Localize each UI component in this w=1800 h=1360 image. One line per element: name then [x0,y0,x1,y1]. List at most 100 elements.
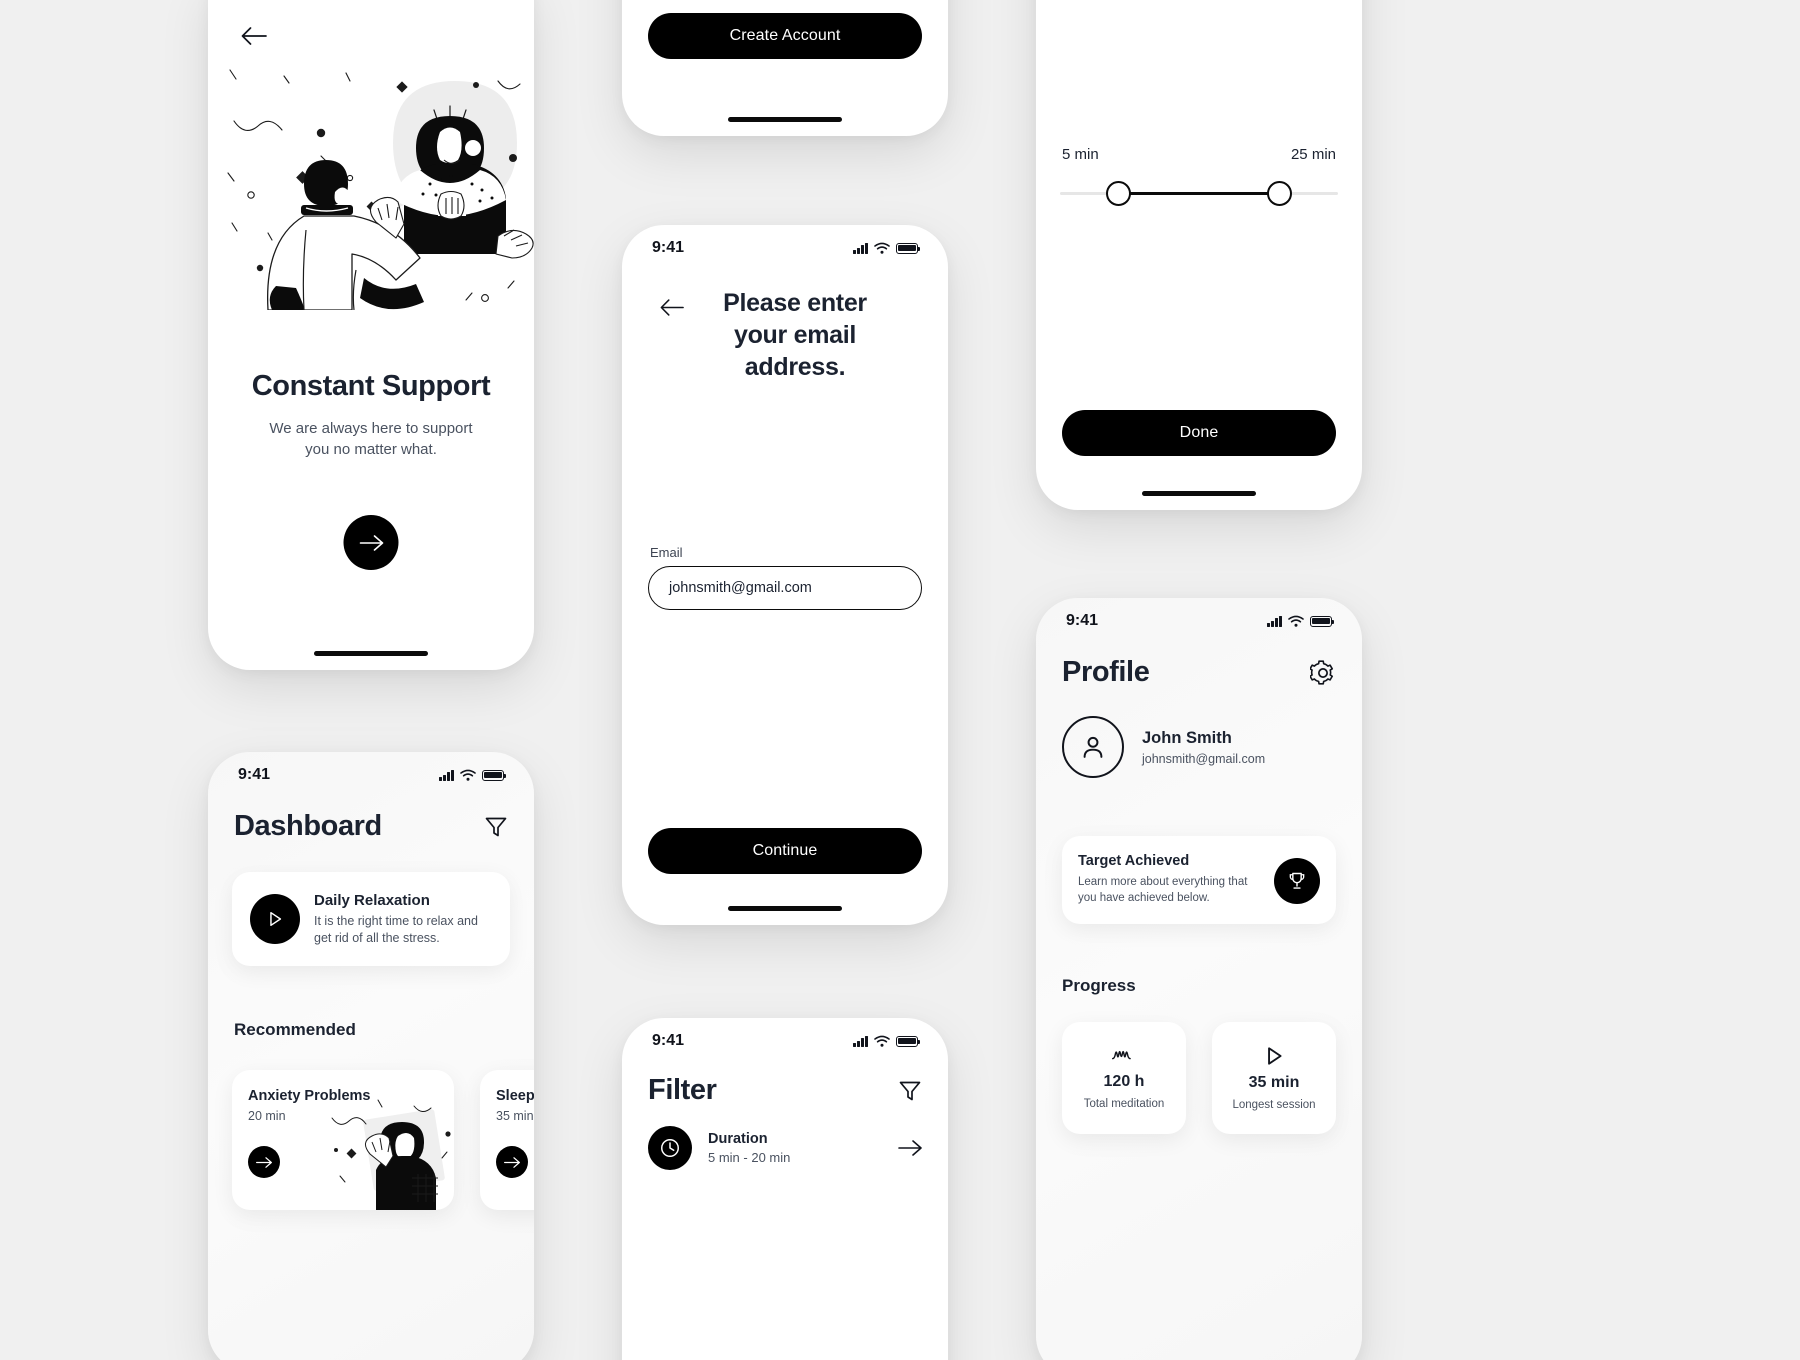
stat-value: 120 h [1103,1073,1145,1090]
battery-icon [896,1035,921,1047]
anxiety-go-button[interactable] [248,1146,280,1178]
recommended-card-anxiety[interactable]: Anxiety Problems 20 min [232,1070,454,1210]
stat-label: Total meditation [1083,1098,1165,1110]
target-description: Learn more about everything that you hav… [1078,876,1248,904]
email-input[interactable]: johnsmith@gmail.com [648,566,922,610]
home-indicator [1142,491,1256,496]
screens-canvas: Constant Support We are always here to s… [0,0,1800,1360]
filter-row-duration[interactable]: Duration 5 min - 20 min [648,1126,922,1170]
duration-slider-screen: 5 min 25 min Done [1036,0,1362,510]
continue-button[interactable]: Continue [648,828,922,874]
person-icon [1083,736,1103,758]
arrow-left-icon [660,298,684,316]
slider-track[interactable] [1060,181,1338,206]
onboarding-next-button[interactable] [343,515,399,570]
waveform-icon [1111,1050,1131,1060]
gear-icon[interactable] [1310,659,1336,686]
wifi-icon [874,242,890,254]
card-title: Daily Relaxation [314,892,430,909]
user-name: John Smith [1142,728,1232,747]
funnel-icon[interactable] [484,815,508,839]
back-button[interactable] [656,291,688,323]
email-title: Please enter your email address. [723,289,867,381]
page-title: Filter [648,1074,717,1106]
duration-text: Duration 5 min - 20 min [708,1131,882,1165]
status-icons [853,242,921,254]
wifi-icon [874,1035,890,1047]
wifi-icon [1288,615,1304,627]
play-button[interactable] [250,894,300,944]
profile-user-row[interactable]: John Smith johnsmith@gmail.com [1062,716,1336,778]
profile-header: Profile [1062,656,1336,689]
slider-knob-min[interactable] [1106,181,1131,206]
status-time: 9:41 [652,239,685,256]
signal-icon [853,1035,868,1047]
recommended-card-sleep[interactable]: Sleep 35 min [480,1070,534,1210]
status-icons [439,769,507,781]
trophy-icon [1289,872,1305,889]
arrow-right-icon [504,1156,520,1168]
card-duration: 35 min [496,1109,534,1123]
filter-screen: 9:41 Filter Duration 5 min - 20 min [622,1018,948,1360]
email-entry-screen: 9:41 Please enter your email address. Em… [622,225,948,925]
slider-fill [1118,192,1280,195]
home-indicator [728,117,842,122]
home-indicator [728,906,842,911]
support-illustration [208,48,534,310]
arrow-right-icon [359,534,383,551]
page-title: Profile [1062,656,1150,688]
profile-user-text: John Smith johnsmith@gmail.com [1142,729,1265,766]
battery-icon [1310,615,1335,627]
duration-icon-badge [648,1126,692,1170]
avatar [1062,716,1124,778]
email-header: Please enter your email address. [622,287,948,383]
slider-knob-max[interactable] [1267,181,1292,206]
stat-value: 35 min [1248,1074,1300,1091]
status-icons [1267,615,1335,627]
page-title: Dashboard [234,810,382,842]
battery-icon [896,242,921,254]
dashboard-header: Dashboard [234,810,508,843]
duration-title: Duration [708,1131,768,1147]
sleep-go-button[interactable] [496,1146,528,1178]
card-title: Sleep [496,1088,534,1104]
create-account-button[interactable]: Create Account [648,13,922,59]
onboarding-screen: Constant Support We are always here to s… [208,0,534,670]
done-button[interactable]: Done [1062,410,1336,456]
card-subtitle: It is the right time to relax and get ri… [314,914,478,945]
status-time: 9:41 [238,766,271,783]
signal-icon [1267,615,1282,627]
onboarding-subtitle: We are always here to support you no mat… [269,420,473,458]
play-icon [1268,1047,1282,1065]
funnel-icon[interactable] [898,1079,922,1103]
filter-header: Filter [648,1074,922,1107]
anxiety-illustration [331,1099,451,1210]
wifi-icon [460,769,476,781]
create-account-screen: Create Account [622,0,948,136]
arrow-right-icon[interactable] [898,1140,922,1156]
signal-icon [439,769,454,781]
email-field-label: Email [650,545,683,560]
clock-icon [661,1139,679,1157]
status-bar: 9:41 [1036,598,1362,644]
status-bar: 9:41 [208,752,534,798]
battery-icon [482,769,507,781]
play-icon [270,911,282,927]
trophy-badge[interactable] [1274,858,1320,904]
slider-min-label: 5 min [1062,146,1099,163]
target-title: Target Achieved [1078,853,1190,870]
status-bar: 9:41 [622,1018,948,1064]
daily-relaxation-card[interactable]: Daily Relaxation It is the right time to… [232,872,510,966]
target-achieved-card[interactable]: Target Achieved Learn more about everyth… [1062,836,1336,924]
home-indicator [314,651,428,656]
stat-total-meditation[interactable]: 120 h Total meditation [1062,1022,1186,1134]
progress-heading: Progress [1062,976,1136,995]
arrow-left-icon [241,27,267,45]
dashboard-screen: 9:41 Dashboard Daily Relaxation It is th… [208,752,534,1360]
stat-longest-session[interactable]: 35 min Longest session [1212,1022,1336,1134]
status-time: 9:41 [1066,612,1099,629]
status-bar: 9:41 [622,225,948,271]
onboarding-text: Constant Support We are always here to s… [208,370,534,460]
signal-icon [853,242,868,254]
slider-max-label: 25 min [1290,146,1336,163]
